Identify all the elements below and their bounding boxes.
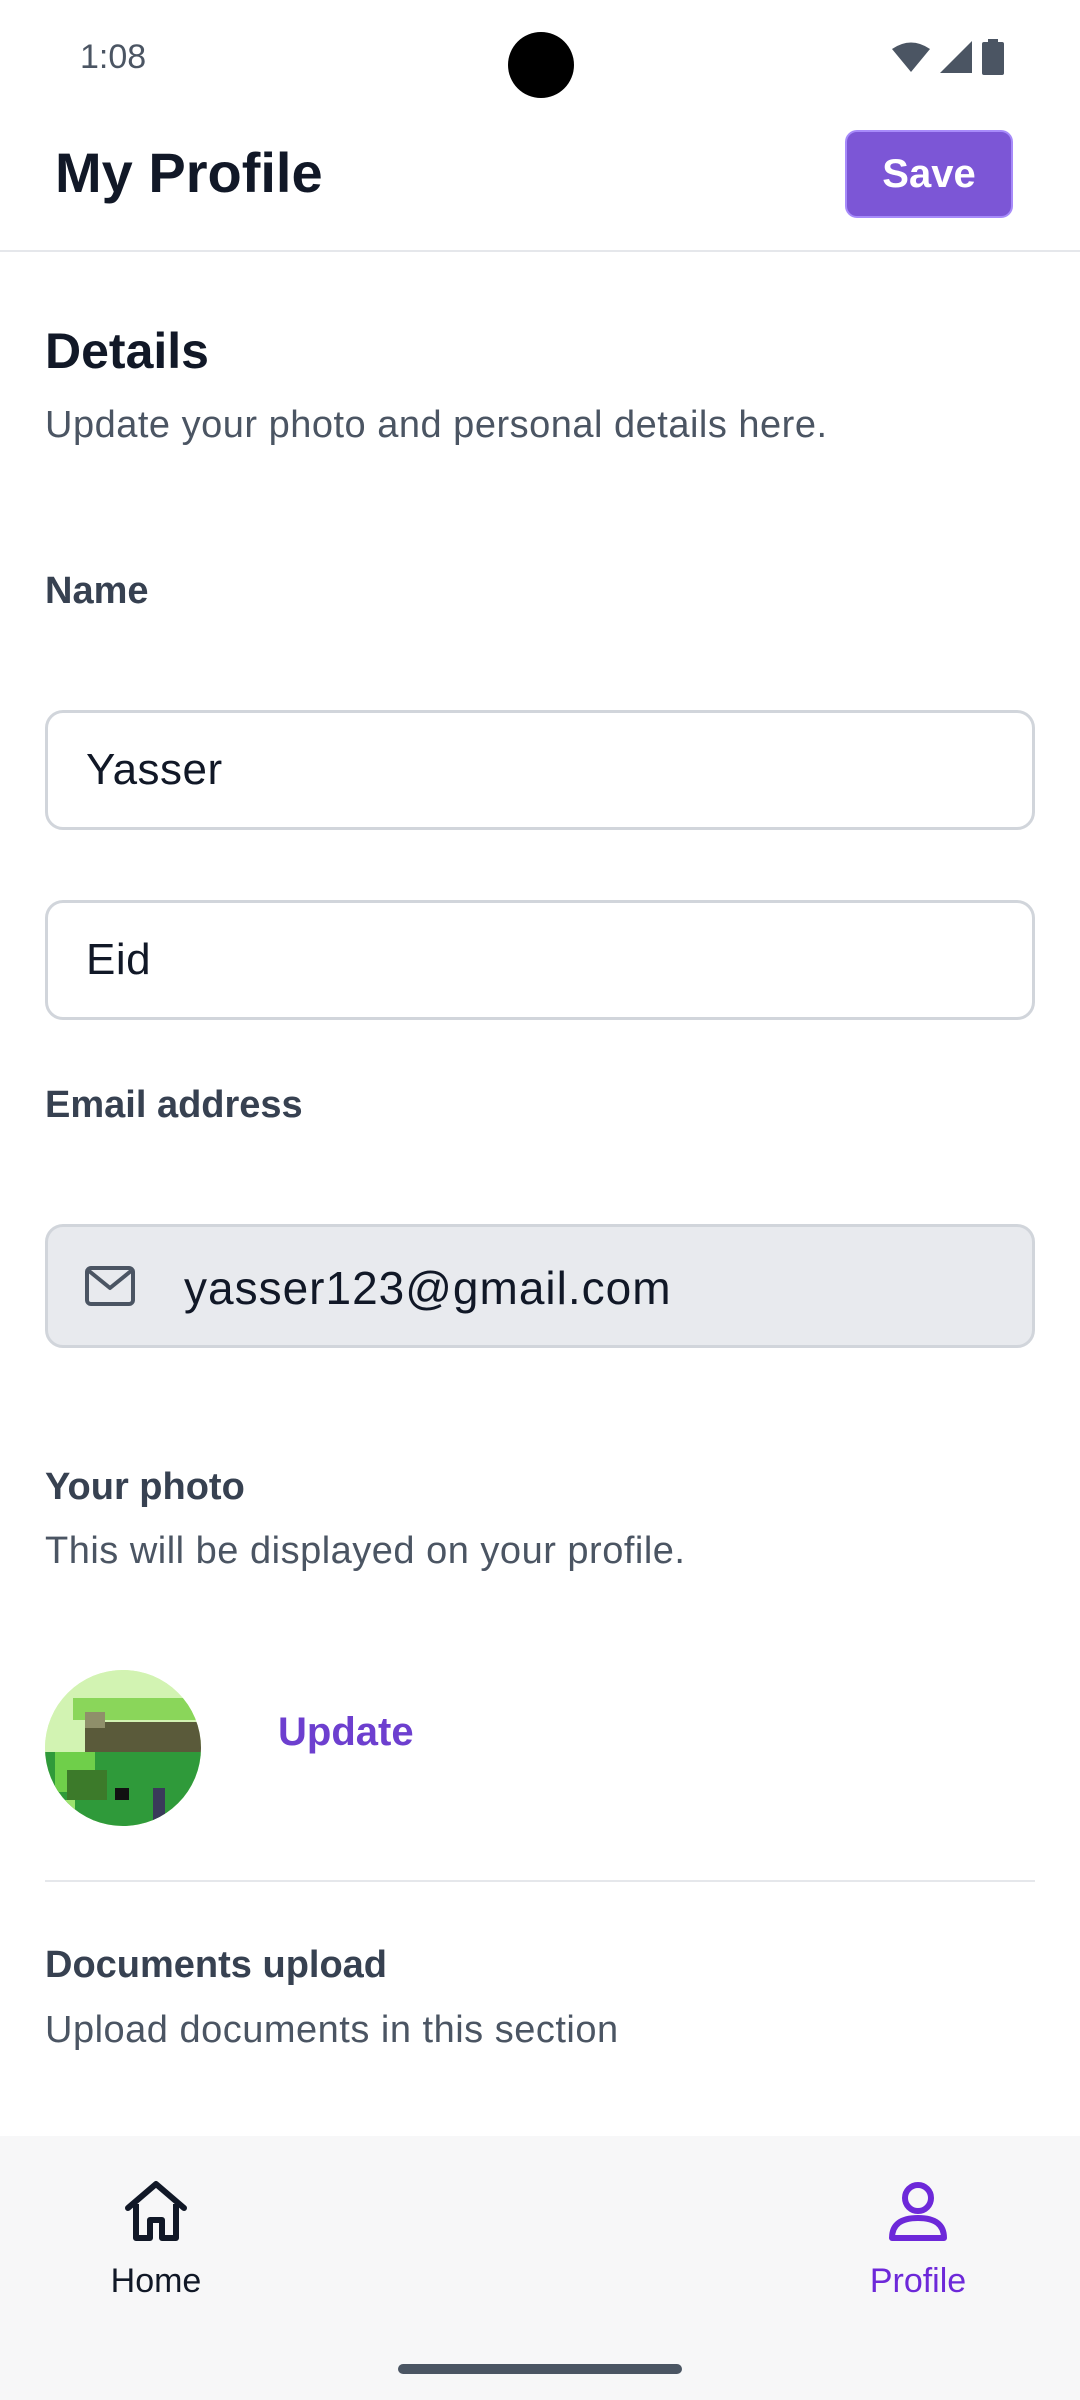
status-bar: 1:08 [0, 0, 1080, 120]
last-name-field[interactable]: Eid [45, 900, 1035, 1020]
mail-icon [85, 1266, 135, 1306]
home-icon [125, 2181, 187, 2241]
divider [45, 1880, 1035, 1882]
camera-cutout [508, 32, 574, 98]
nav-home[interactable]: Home [56, 2176, 256, 2301]
home-indicator [398, 2364, 682, 2374]
email-value: yasser123@gmail.com [184, 1262, 672, 1314]
battery-icon [982, 39, 1004, 75]
cellular-signal-icon [940, 41, 972, 73]
status-icons [892, 39, 1004, 75]
documents-label: Documents upload [45, 1944, 388, 1986]
bottom-nav: Home Profile [0, 2136, 1080, 2400]
page-title: My Profile [55, 141, 323, 204]
app-header: My Profile Save [0, 120, 1080, 252]
name-label: Name [45, 570, 149, 612]
avatar-image [45, 1670, 201, 1826]
avatar [45, 1670, 201, 1826]
wifi-icon [892, 42, 930, 72]
photo-description: This will be displayed on your profile. [45, 1530, 686, 1572]
status-time: 1:08 [80, 38, 147, 76]
nav-profile[interactable]: Profile [818, 2176, 1018, 2301]
photo-label: Your photo [45, 1466, 245, 1508]
update-photo-link[interactable]: Update [278, 1710, 414, 1755]
nav-profile-label: Profile [869, 2262, 967, 2300]
save-button[interactable]: Save [845, 130, 1013, 218]
details-description: Update your photo and personal details h… [45, 404, 828, 446]
documents-description: Upload documents in this section [45, 2009, 619, 2051]
details-heading: Details [45, 323, 209, 379]
profile-icon [889, 2182, 947, 2241]
first-name-field[interactable]: Yasser [45, 710, 1035, 830]
email-label: Email address [45, 1084, 303, 1126]
email-field[interactable]: yasser123@gmail.com [45, 1224, 1035, 1348]
nav-home-label: Home [110, 2262, 202, 2300]
